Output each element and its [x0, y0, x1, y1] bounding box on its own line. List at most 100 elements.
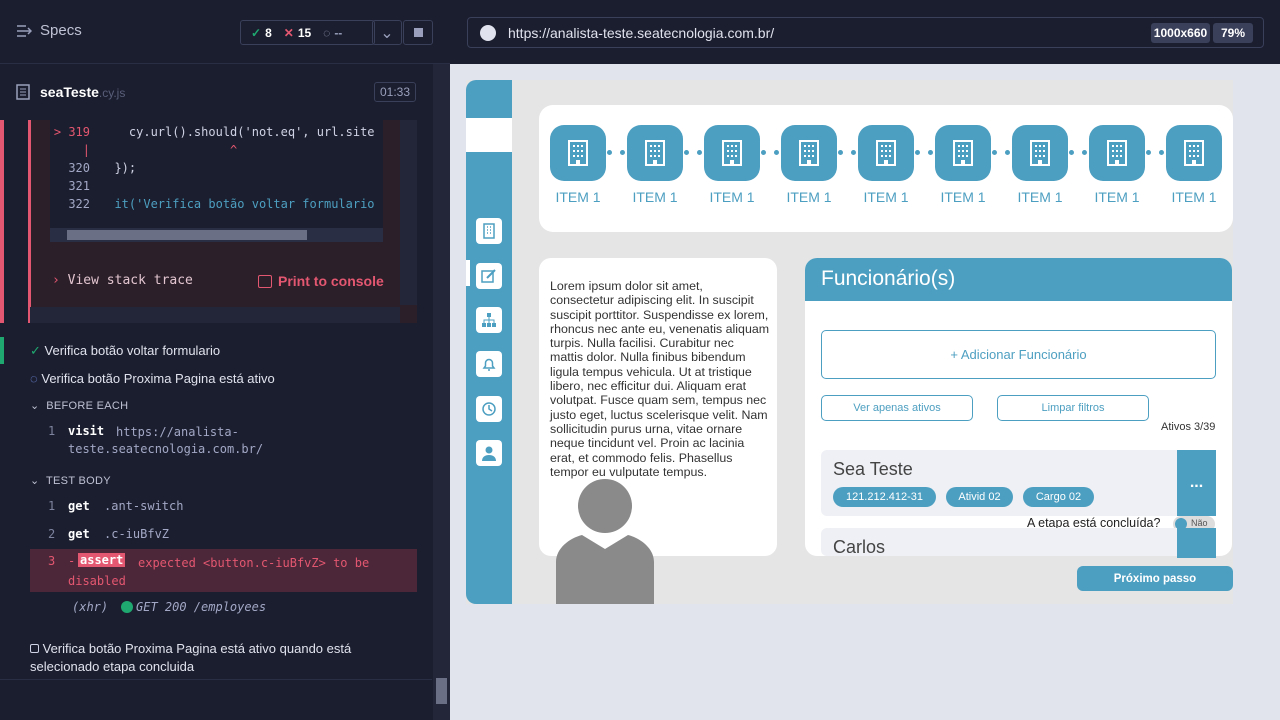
section-label: BEFORE EACH [46, 400, 129, 412]
line-number: > 319 [53, 125, 90, 139]
test-item-pending[interactable]: Verifica botão Proxima Pagina está ativo… [30, 640, 415, 676]
menu-icon [17, 24, 32, 37]
step-building-icon[interactable] [858, 125, 914, 181]
role-tag: Cargo 02 [1023, 487, 1094, 507]
step-building-icon[interactable] [781, 125, 837, 181]
step-connector [1146, 150, 1164, 155]
xhr-log[interactable]: (xhr) GET 200 /employees [30, 596, 417, 620]
error-vertical-scrollbar[interactable] [400, 120, 417, 305]
sidebar-history-icon[interactable] [476, 396, 502, 422]
runner-scroll-thumb[interactable] [436, 678, 447, 704]
command-number: 2 [48, 527, 56, 541]
viewport-badge: 1000x660 [1151, 23, 1210, 43]
chevron-down-button[interactable]: ⌄ [372, 20, 402, 45]
print-label: Print to console [278, 273, 384, 289]
sidebar-edit-icon[interactable] [476, 263, 502, 289]
app-sidebar [466, 80, 512, 604]
step-building-icon[interactable] [1012, 125, 1068, 181]
code-line: 320 }); [50, 161, 383, 179]
step-label: ITEM 1 [709, 189, 755, 205]
code-line: 322 it('Verifica botão voltar formulario [50, 197, 383, 215]
step-label: ITEM 1 [940, 189, 986, 205]
test-body-section[interactable]: ⌄ TEST BODY [30, 474, 111, 487]
sidebar-org-chart-icon[interactable] [476, 307, 502, 333]
spec-filename: seaTeste.cy.js [40, 84, 125, 100]
status-dot-icon [121, 601, 133, 613]
step-connector [1069, 150, 1087, 155]
spec-file-ext: .cy.js [98, 86, 126, 100]
test-stats: ✓ 8 ✕ 15 ◌ -- [240, 20, 375, 45]
code-text: ^ [100, 143, 238, 157]
running-icon: ◌ [30, 371, 38, 386]
code-line: > 319 cy.url().should('not.eq', url.site [50, 125, 383, 143]
next-step-button[interactable]: Próximo passo [1077, 566, 1233, 591]
print-to-console-button[interactable]: Print to console [258, 273, 384, 289]
step-connector [915, 150, 933, 155]
specs-label: Specs [40, 22, 82, 39]
sidebar-user-icon[interactable] [476, 440, 502, 466]
step-label: ITEM 1 [1017, 189, 1063, 205]
step-label: ITEM 1 [786, 189, 832, 205]
error-horizontal-scrollbar[interactable] [30, 307, 400, 323]
command-number: 3 [48, 554, 56, 568]
stop-icon [413, 28, 423, 37]
step-building-icon[interactable] [1089, 125, 1145, 181]
line-number: 320 [68, 161, 90, 175]
active-count: Ativos 3/39 [1161, 421, 1216, 433]
cpf-tag: 121.212.412-31 [833, 487, 936, 507]
command-get[interactable]: 1 get .ant-switch [30, 493, 417, 519]
view-stack-trace-link[interactable]: › View stack trace [52, 273, 193, 288]
step-connector [838, 150, 856, 155]
command-arg: https://analista-teste.seatecnologia.com… [68, 425, 264, 456]
test-item-running[interactable]: ◌ Verifica botão Proxima Pagina está ati… [30, 371, 275, 386]
clear-filters-button[interactable]: Limpar filtros [997, 395, 1149, 421]
add-employee-button[interactable]: + Adicionar Funcionário [821, 330, 1216, 379]
cross-icon: ✕ [283, 25, 294, 40]
code-text: cy.url().should('not.eq', url.site [100, 125, 375, 139]
test-title: Verifica botão Proxima Pagina está ativo… [30, 641, 352, 674]
step-building-icon[interactable] [704, 125, 760, 181]
terminal-icon [258, 275, 272, 288]
pending-icon [30, 644, 39, 653]
url-field[interactable]: https://analista-teste.seatecnologia.com… [467, 17, 1264, 48]
command-get[interactable]: 2 get .c-iuBfvZ [30, 521, 417, 547]
check-icon: ✓ [30, 343, 41, 358]
test-item-passed[interactable]: ✓ Verifica botão voltar formulario [30, 343, 220, 359]
step-building-icon[interactable] [935, 125, 991, 181]
info-text: Lorem ipsum dolor sit amet, consectetur … [550, 279, 770, 479]
command-assert-failed[interactable]: 3 - assert expected <button.c-iuBfvZ> to… [30, 549, 417, 592]
runner-scrollbar[interactable] [433, 64, 450, 720]
more-options-button[interactable] [1177, 528, 1216, 558]
code-text: it('Verifica botão voltar formulario [100, 197, 375, 211]
step-building-icon[interactable] [550, 125, 606, 181]
step-connector [761, 150, 779, 155]
scroll-thumb[interactable] [67, 230, 307, 240]
section-label: TEST BODY [46, 475, 111, 487]
command-arg: .c-iuBfvZ [104, 527, 170, 541]
sidebar-building-icon[interactable] [476, 218, 502, 244]
chevron-down-icon: ⌄ [380, 24, 394, 42]
specs-button[interactable]: Specs [16, 22, 82, 39]
pending-value: -- [334, 25, 343, 40]
failed-value: 15 [297, 25, 312, 40]
stop-button[interactable] [403, 20, 433, 45]
filter-active-button[interactable]: Ver apenas ativos [821, 395, 973, 421]
before-each-section[interactable]: ⌄ BEFORE EACH [30, 399, 128, 412]
duration-badge: 01:33 [374, 82, 416, 102]
command-number: 1 [48, 499, 56, 513]
step-building-icon[interactable] [1166, 125, 1222, 181]
command-name: get [68, 499, 90, 513]
sidebar-notification-icon[interactable] [476, 351, 502, 377]
more-options-button[interactable]: ... [1177, 450, 1216, 516]
step-connector [684, 150, 702, 155]
step-building-icon[interactable] [627, 125, 683, 181]
step-label: ITEM 1 [863, 189, 909, 205]
panel-title: Funcionário(s) [805, 258, 1232, 301]
code-line: | ^ [50, 143, 383, 161]
command-visit[interactable]: 1 visit https://analista-teste.seatecnol… [30, 416, 417, 459]
fail-indicator [0, 120, 4, 323]
code-line: 321 [50, 179, 383, 197]
spec-file-name: seaTeste [40, 84, 99, 100]
step-connector [992, 150, 1010, 155]
globe-icon [480, 25, 496, 41]
